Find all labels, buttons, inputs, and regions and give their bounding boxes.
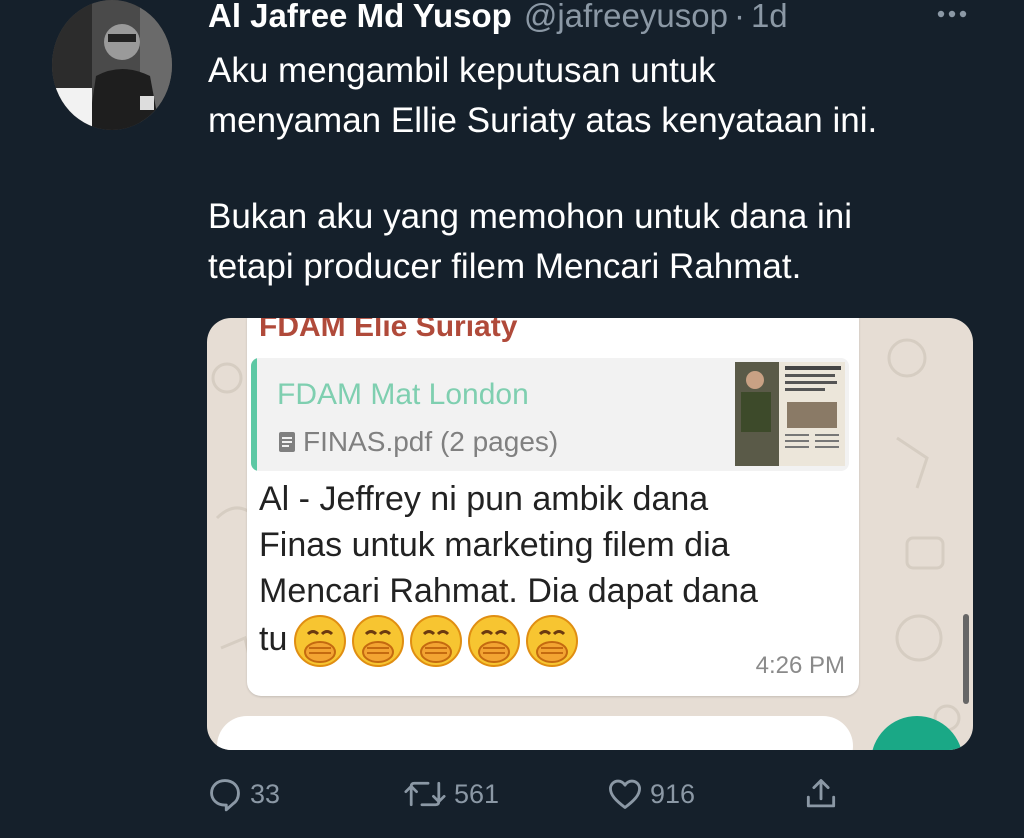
face-with-hand-over-mouth-icon [351, 614, 405, 668]
face-with-hand-over-mouth-icon [409, 614, 463, 668]
emoji-row [293, 614, 583, 668]
tweet-text-line: Aku mengambil keputusan untuk [208, 51, 716, 90]
more-button[interactable] [932, 0, 972, 34]
like-button[interactable]: 916 [606, 770, 695, 818]
attachment-thumbnail [735, 362, 845, 466]
tweet-text-line: Bukan aku yang memohon untuk dana ini [208, 197, 853, 236]
chat-message-bubble: FDAM Elie Suriaty FDAM Mat London FINAS.… [247, 318, 859, 696]
quoted-message[interactable]: FDAM Mat London FINAS.pdf (2 pages) [251, 358, 849, 471]
retweet-count: 561 [454, 778, 500, 809]
more-icon [937, 10, 967, 18]
scrollbar[interactable] [963, 614, 969, 704]
face-with-hand-over-mouth-icon [293, 614, 347, 668]
document-icon [279, 432, 295, 452]
share-icon [806, 779, 836, 808]
message-sender: FDAM Elie Suriaty [259, 318, 518, 343]
message-text-line: Finas untuk marketing filem dia [259, 526, 730, 564]
message-text: Al - Jeffrey ni pun ambik dana Finas unt… [259, 476, 839, 668]
share-button[interactable] [802, 770, 846, 818]
tweet-text-line: tetapi producer filem Mencari Rahmat. [208, 247, 802, 286]
reply-button[interactable]: 33 [206, 770, 280, 818]
retweet-button[interactable]: 561 [402, 770, 499, 818]
attachment-filename: FINAS.pdf (2 pages) [303, 426, 559, 457]
face-with-hand-over-mouth-icon [525, 614, 579, 668]
message-input[interactable] [217, 716, 853, 750]
reply-count: 33 [250, 778, 281, 809]
tweet-actions: 33 561 916 [206, 770, 846, 818]
tweet: Al Jafree Md Yusop @jafreeyusop · 1d Aku… [0, 0, 1024, 838]
like-count: 916 [650, 778, 696, 809]
quote-bar [251, 358, 257, 471]
message-text-line-last: tu [259, 614, 839, 668]
message-text-fragment: tu [259, 619, 288, 658]
like-icon [609, 779, 641, 809]
tweet-media-image[interactable]: FDAM Elie Suriaty FDAM Mat London FINAS.… [207, 318, 973, 750]
avatar[interactable] [52, 0, 172, 130]
retweet-icon [404, 781, 446, 807]
separator-dot: · [733, 0, 745, 34]
quote-author: FDAM Mat London [277, 378, 529, 411]
tweet-text: Aku mengambil keputusan untuk menyaman E… [208, 46, 998, 292]
face-with-hand-over-mouth-icon [467, 614, 521, 668]
quote-attachment: FINAS.pdf (2 pages) [277, 426, 558, 458]
tweet-text-line: menyaman Ellie Suriaty atas kenyataan in… [208, 101, 878, 140]
display-name[interactable]: Al Jafree Md Yusop [208, 0, 512, 35]
message-time: 4:26 PM [755, 652, 845, 679]
message-text-line: Al - Jeffrey ni pun ambik dana [259, 480, 709, 518]
handle[interactable]: @jafreeyusop [524, 0, 728, 35]
tweet-header: Al Jafree Md Yusop @jafreeyusop · 1d [208, 0, 984, 40]
reply-icon [210, 779, 240, 812]
tweet-timestamp[interactable]: 1d [751, 0, 788, 35]
message-text-line: Mencari Rahmat. Dia dapat dana [259, 572, 758, 610]
